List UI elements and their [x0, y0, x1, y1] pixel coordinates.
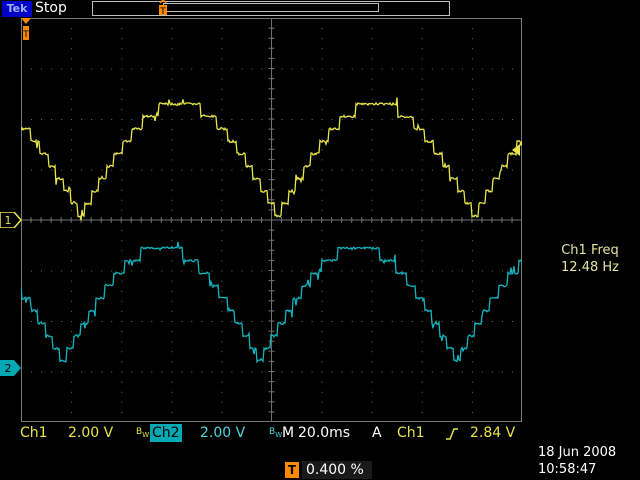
ch1-volts-per-div: 2.00 V [68, 425, 114, 441]
measurement-value: 12.48 Hz [561, 260, 619, 275]
waveform-display[interactable] [21, 18, 522, 422]
trigger-level-marker-icon[interactable] [510, 143, 522, 157]
trigger-position-marker-icon: T [159, 0, 167, 16]
run-state-label: Stop [35, 0, 67, 16]
trigger-level-value[interactable]: 2.84 V [470, 424, 515, 442]
ch2-label[interactable]: Ch2 [150, 424, 182, 442]
ch2-ground-marker[interactable]: 2 [0, 360, 22, 376]
record-view-window [163, 3, 379, 12]
ch2-bandwidth-limit-icon: BW [269, 427, 283, 439]
ch1-label[interactable]: Ch1 [20, 424, 48, 442]
svg-text:T: T [22, 30, 29, 40]
trigger-point-icon: T [21, 18, 31, 40]
tek-logo: Tek [2, 1, 32, 17]
ch1-bandwidth-limit-icon: BW [136, 427, 150, 439]
ch1-ground-marker[interactable]: 1 [0, 212, 22, 228]
time-display: 10:58:47 [538, 462, 597, 477]
date-display: 18 Jun 2008 [538, 445, 617, 460]
acquisition-mode-label: A [372, 425, 382, 441]
timebase-sec-per-div[interactable]: 20.0ms [298, 424, 350, 442]
trigger-source-label[interactable]: Ch1 [397, 424, 425, 442]
ch2-marker-label: 2 [5, 362, 12, 375]
ch1-marker-label: 1 [5, 214, 12, 227]
measurement-label: Ch1 Freq [561, 243, 619, 258]
trigger-position-icon: T [285, 462, 299, 478]
rising-edge-icon [446, 428, 458, 440]
graticule-grid [21, 18, 522, 422]
ch2-volts-per-div: 2.00 V [200, 425, 246, 441]
trigger-position-value[interactable]: 0.400 % [302, 461, 372, 479]
timebase-mode-label: M [282, 425, 295, 441]
svg-text:T: T [159, 7, 166, 16]
